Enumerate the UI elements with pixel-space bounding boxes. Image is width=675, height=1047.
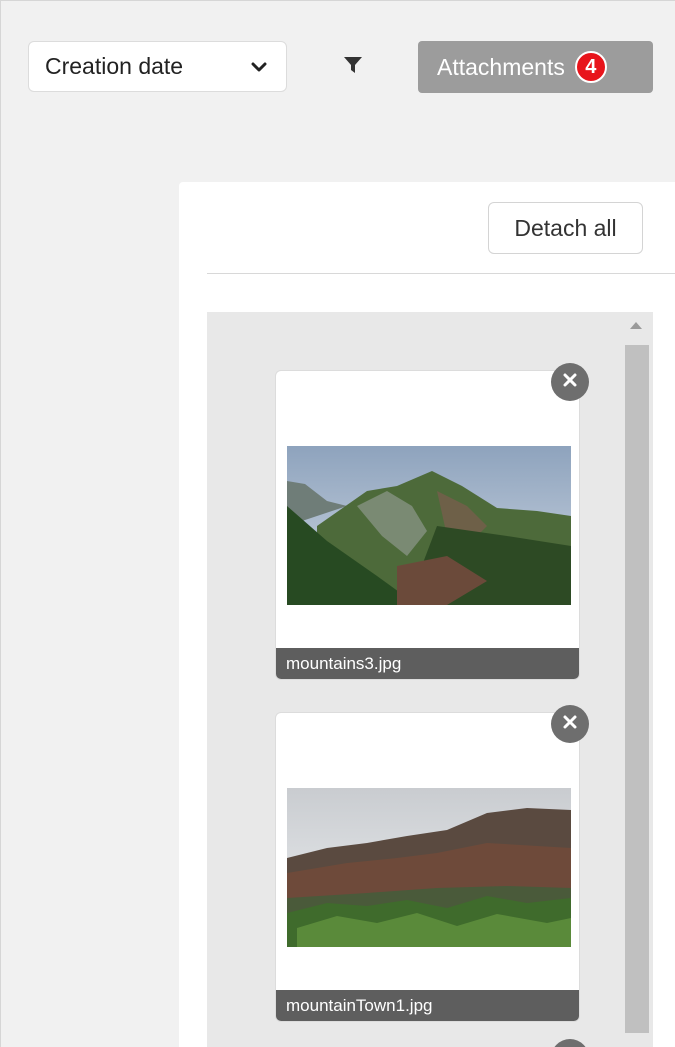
funnel-icon	[342, 54, 364, 81]
attachment-file-name: mountains3.jpg	[276, 648, 579, 679]
attachment-card[interactable]: mountains3.jpg	[275, 363, 589, 680]
attachment-thumbnail	[287, 788, 571, 947]
attachments-count-badge: 4	[574, 51, 607, 83]
sort-select-value: Creation date	[45, 53, 184, 79]
remove-attachment-button[interactable]	[551, 363, 589, 401]
chevron-down-icon	[248, 56, 270, 78]
detach-all-button[interactable]: Detach all	[488, 202, 643, 254]
panel-divider	[207, 273, 675, 274]
attachment-file-name: mountainTown1.jpg	[276, 990, 579, 1021]
filter-button[interactable]	[338, 52, 368, 82]
attachments-button[interactable]: Attachments 4	[418, 41, 653, 93]
remove-attachment-button[interactable]	[551, 705, 589, 743]
attachment-thumbnail	[287, 446, 571, 605]
remove-attachment-button[interactable]	[551, 1039, 589, 1047]
sort-select[interactable]: Creation date	[28, 41, 287, 92]
attachment-card[interactable]: mountainTown1.jpg	[275, 705, 589, 1022]
scroll-up-arrow-icon[interactable]	[630, 322, 642, 329]
attachments-list: mountains3.jpg mountainTown1.jpg	[207, 312, 653, 1047]
attachments-label: Attachments	[437, 53, 565, 80]
scrollbar[interactable]	[625, 312, 649, 1047]
close-icon	[562, 372, 578, 393]
scrollbar-thumb[interactable]	[625, 345, 649, 1033]
attachments-panel: Detach all mountains3.jpg mountainTown1.…	[179, 182, 675, 1047]
close-icon	[562, 714, 578, 735]
